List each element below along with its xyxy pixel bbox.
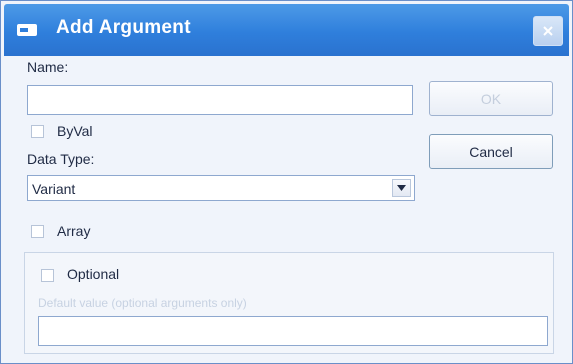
add-argument-dialog: Add Argument Name: OK ByVal Cancel Data … <box>0 0 573 364</box>
dialog-title: Add Argument <box>56 17 191 38</box>
default-value-input[interactable] <box>38 316 548 346</box>
data-type-select[interactable]: Variant <box>27 175 415 201</box>
optional-checkbox[interactable] <box>41 269 54 282</box>
window-icon <box>17 24 37 36</box>
array-label: Array <box>57 223 91 239</box>
name-label: Name: <box>27 59 69 75</box>
byval-checkbox[interactable] <box>31 125 44 138</box>
name-input[interactable] <box>27 85 413 115</box>
ok-button[interactable]: OK <box>429 81 553 116</box>
cancel-button[interactable]: Cancel <box>429 134 553 169</box>
data-type-label: Data Type: <box>27 151 95 167</box>
title-bar[interactable]: Add Argument <box>4 4 569 56</box>
close-button[interactable] <box>533 16 563 46</box>
data-type-value: Variant <box>32 181 76 197</box>
dropdown-button[interactable] <box>392 179 411 197</box>
close-icon <box>543 26 553 36</box>
array-checkbox[interactable] <box>31 225 44 238</box>
byval-label: ByVal <box>57 123 93 139</box>
optional-label: Optional <box>67 266 120 282</box>
default-value-label: Default value (optional arguments only) <box>38 296 247 310</box>
chevron-down-icon <box>397 185 406 191</box>
